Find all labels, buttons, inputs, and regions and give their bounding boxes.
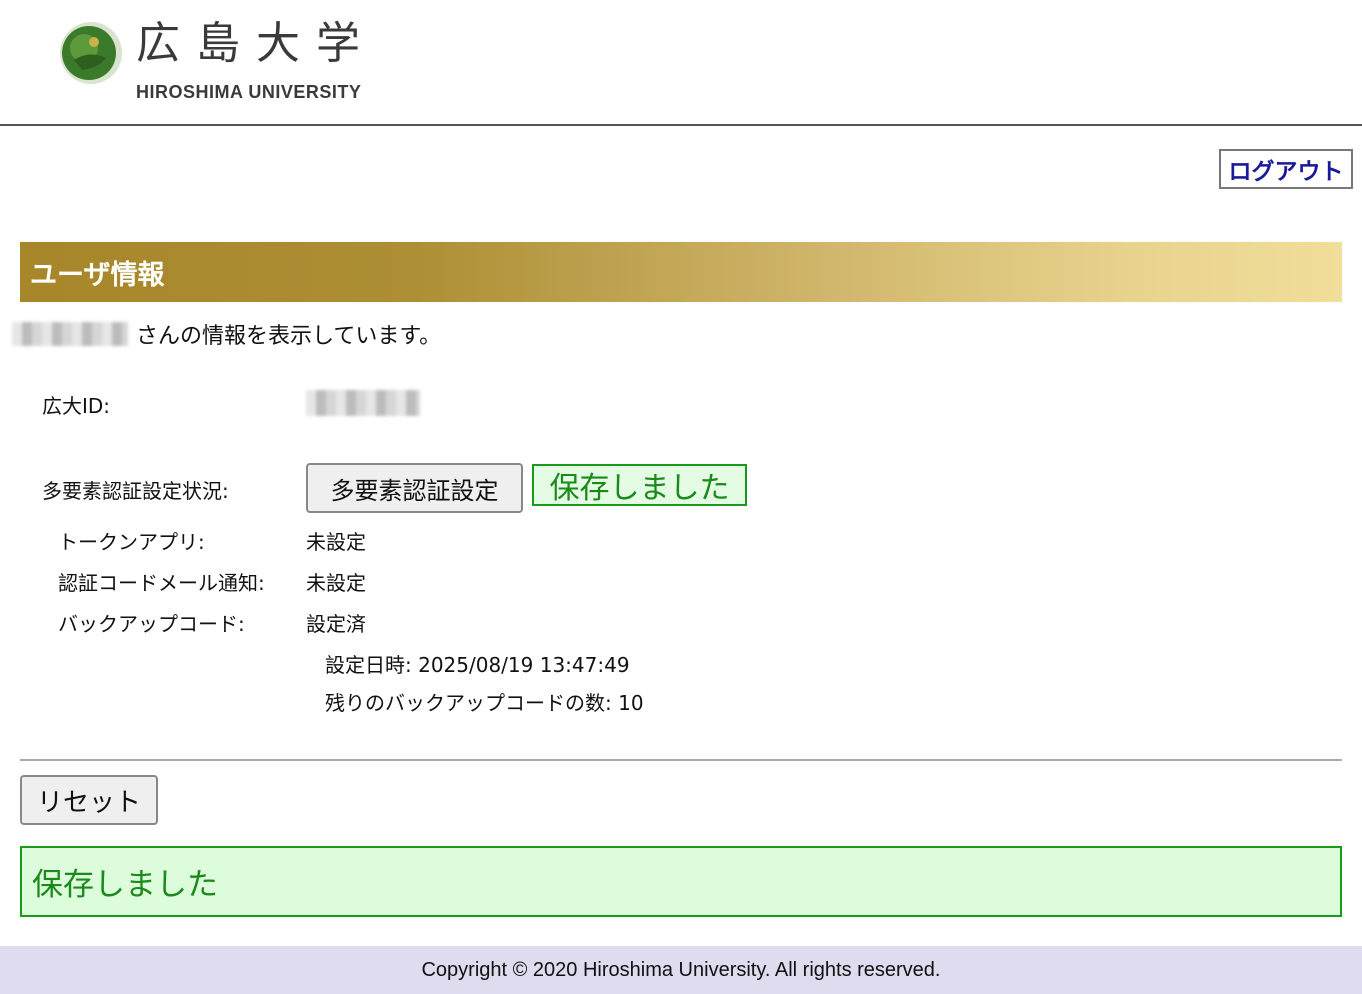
saved-inline-notice: 保存しました: [532, 464, 747, 506]
redacted-hirodai-id: [306, 390, 420, 416]
hirodai-id-label: 広大ID:: [42, 394, 111, 418]
divider: [20, 759, 1342, 761]
saved-message-box: 保存しました: [20, 846, 1342, 917]
site-header: 広島大学 HIROSHIMA UNIVERSITY: [0, 0, 1362, 126]
redacted-user-name: [12, 322, 128, 346]
logout-button[interactable]: ログアウト: [1219, 149, 1353, 189]
university-emblem-icon: [60, 22, 122, 84]
reset-button[interactable]: リセット: [20, 775, 158, 825]
backup-set-datetime: 設定日時: 2025/08/19 13:47:49: [325, 653, 630, 677]
token-app-label: トークンアプリ:: [58, 530, 205, 554]
user-info-line: さんの情報を表示しています。: [12, 318, 441, 350]
token-app-value: 未設定: [306, 530, 366, 554]
footer-copyright: Copyright © 2020 Hiroshima University. A…: [0, 946, 1362, 994]
mfa-settings-button[interactable]: 多要素認証設定: [306, 463, 523, 513]
section-title: ユーザ情報: [20, 242, 1342, 302]
mfa-status-label: 多要素認証設定状況:: [42, 479, 229, 503]
email-code-label: 認証コードメール通知:: [58, 571, 265, 595]
backup-remaining-count: 残りのバックアップコードの数: 10: [325, 691, 644, 715]
email-code-value: 未設定: [306, 571, 366, 595]
backup-code-value: 設定済: [306, 612, 366, 636]
backup-code-label: バックアップコード:: [58, 612, 245, 636]
logo-english: HIROSHIMA UNIVERSITY: [136, 82, 362, 102]
user-line-text: さんの情報を表示しています。: [136, 324, 442, 349]
logo-kanji: 広島大学: [136, 18, 376, 69]
